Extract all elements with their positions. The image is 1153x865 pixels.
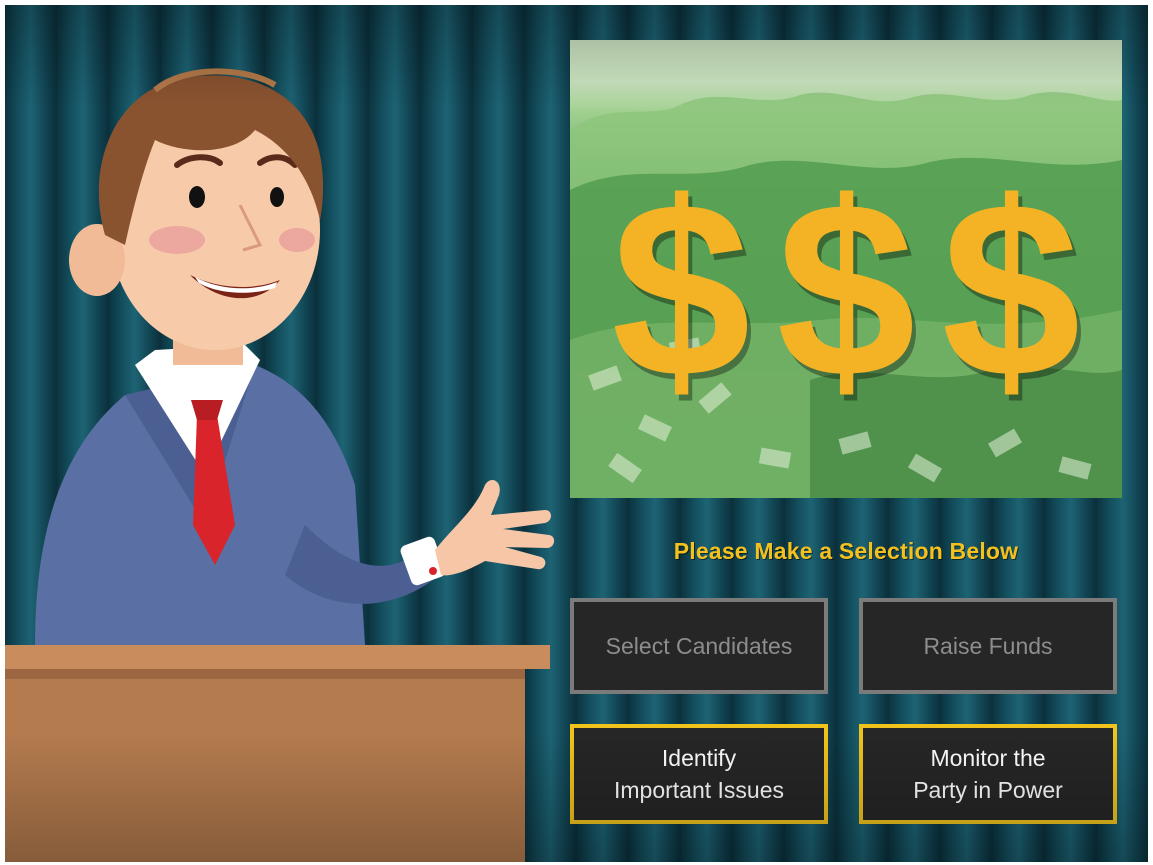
host-hand [435,480,555,576]
button-label: Select Candidates [605,633,793,659]
button-label-line-1: Monitor the [930,745,1046,771]
podium-top [5,645,550,669]
select-candidates-button[interactable]: Select Candidates [570,598,828,694]
host-eye-right [270,187,284,207]
host-eye-left [189,186,205,208]
dollar-sign-1: $ [611,150,751,429]
button-label-line-2: Important Issues [613,777,785,803]
selection-prompt: Please Make a Selection Below [673,538,1019,564]
identify-important-issues-button[interactable]: Identify Important Issues [570,724,828,824]
dollar-sign-3: $ [941,150,1081,429]
dollar-sign-2: $ [776,150,916,429]
raise-funds-button[interactable]: Raise Funds [859,598,1117,694]
money-image-panel: $ $ $ [570,40,1122,498]
button-label: Raise Funds [923,633,1053,659]
dollar-signs: $ $ $ [570,165,1122,415]
podium [5,669,525,862]
monitor-party-in-power-button[interactable]: Monitor the Party in Power [859,724,1117,824]
button-label-line-2: Party in Power [913,777,1063,803]
game-stage: $ $ $ Please Make a Selection Below Select… [5,5,1148,862]
button-label-line-1: Identify [661,745,737,771]
host-character [5,68,555,862]
